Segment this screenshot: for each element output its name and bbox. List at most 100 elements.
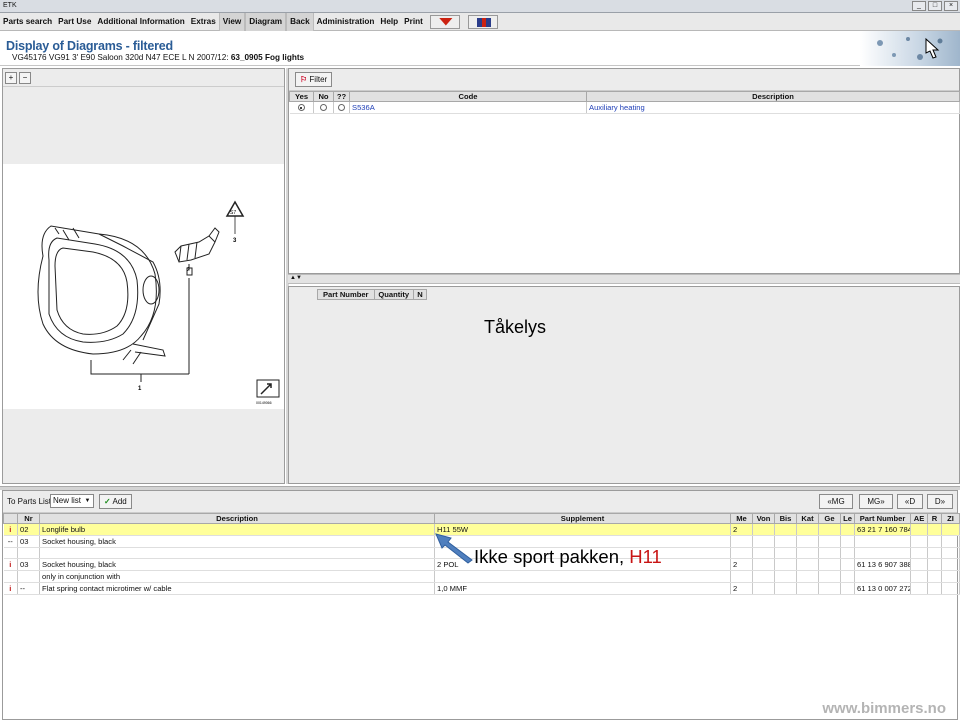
filter-code: S536A	[349, 101, 587, 114]
menu-diagram[interactable]: Diagram	[245, 12, 287, 31]
diagram-pane: + − S7 3 2 1 00149066	[2, 68, 285, 484]
parts-header-row: Nr Description Supplement Me Von Bis Kat…	[3, 513, 960, 524]
menu-back[interactable]: Back	[286, 12, 314, 31]
zoom-out-icon[interactable]: −	[19, 71, 31, 84]
filter-pane: ⚐ Filter Yes No ?? Code Description S536…	[288, 68, 960, 274]
horizontal-splitter[interactable]: ▲▼	[288, 274, 960, 284]
row-me	[730, 535, 753, 548]
filter-header-row: Yes No ?? Code Description	[289, 91, 960, 102]
check-icon: ✓	[104, 497, 111, 506]
menu-view[interactable]: View	[218, 12, 246, 31]
radio-no[interactable]	[320, 104, 327, 112]
row-description: Socket housing, black	[39, 535, 435, 548]
parts-header-table: Part Number Quantity N	[289, 289, 428, 300]
menu-extras[interactable]: Extras	[188, 13, 219, 31]
flag-icon-uk[interactable]	[467, 14, 498, 29]
row-me: 2	[730, 558, 753, 572]
col-kat: Kat	[796, 513, 819, 524]
menu-print[interactable]: Print	[401, 13, 426, 31]
row-part-number: 63 21 7 160 784	[854, 523, 911, 536]
col-supplement: Supplement	[434, 513, 731, 524]
fog-light-diagram[interactable]: S7 3 2 1 00149066	[3, 164, 284, 409]
dash-icon: --	[3, 535, 18, 548]
row-me: 2	[730, 523, 753, 536]
menu-parts-search[interactable]: Parts search	[0, 13, 55, 31]
annotation-arrow-icon	[435, 533, 473, 564]
page-title: Display of Diagrams - filtered	[6, 39, 173, 53]
filter-table: Yes No ?? Code Description S536A Auxilia…	[289, 91, 960, 114]
filter-button[interactable]: ⚐ Filter	[295, 72, 333, 87]
prev-mg-button[interactable]: «MG	[819, 494, 853, 509]
table-row[interactable]: i -- Flat spring contact microtimer w/ c…	[3, 582, 960, 595]
menu-administration[interactable]: Administration	[314, 13, 378, 31]
filter-toolbar: ⚐ Filter	[289, 69, 959, 91]
row-description: only in conjunction with	[39, 570, 435, 583]
col-unknown: ??	[333, 91, 350, 102]
radio-yes[interactable]	[297, 104, 305, 112]
watermark: www.bimmers.no	[822, 700, 946, 717]
row-nr: 03	[17, 558, 40, 572]
window-controls: _ □ ×	[912, 1, 958, 11]
row-description: Flat spring contact microtimer w/ cable	[39, 582, 435, 595]
window-titlebar: ETK _ □ ×	[0, 0, 960, 13]
col-icon	[3, 513, 18, 524]
col-von: Von	[752, 513, 775, 524]
info-icon[interactable]: i	[3, 582, 18, 595]
flag-icon-warning[interactable]	[429, 14, 460, 29]
table-row[interactable]: only in conjunction with	[3, 570, 960, 583]
close-icon[interactable]: ×	[944, 1, 958, 11]
zoom-toolbar: + −	[3, 69, 284, 87]
row-part-number: 61 13 6 907 388	[854, 558, 911, 572]
list-select[interactable]: New list ▼	[50, 494, 94, 508]
overlay-note: Tåkelys	[484, 317, 547, 337]
minimize-icon[interactable]: _	[912, 1, 926, 11]
menu-bar: Parts search Part Use Additional Informa…	[0, 12, 960, 31]
col-zi: ZI	[941, 513, 960, 524]
next-mg-button[interactable]: MG»	[859, 494, 893, 509]
callout-1: 1	[138, 386, 142, 392]
col-description: Description	[39, 513, 435, 524]
splitter-arrows-icon[interactable]: ▲▼	[290, 275, 302, 281]
info-icon[interactable]: i	[3, 523, 18, 536]
col-quantity: Quantity	[373, 289, 414, 300]
parts-list-pane: To Parts List New list ▼ ✓ Add «MG MG» «D…	[2, 490, 960, 720]
next-d-button[interactable]: D»	[927, 494, 953, 509]
annotation-text: Ikke sport pakken, H11	[474, 546, 662, 567]
col-yes: Yes	[289, 91, 314, 102]
row-description: Socket housing, black	[39, 558, 435, 572]
table-row[interactable]: i 02 Longlife bulb H11 55W 2 63 21 7 160…	[3, 523, 960, 536]
svg-text:S7: S7	[230, 210, 236, 216]
vehicle-subtitle-prefix: VG45176 VG91 3' E90 Saloon 320d N47 ECE …	[12, 53, 229, 62]
col-code: Code	[349, 91, 587, 102]
diagram-name: 63_0905 Fog lights	[230, 53, 305, 62]
menu-additional-information[interactable]: Additional Information	[94, 13, 187, 31]
menu-part-use[interactable]: Part Use	[55, 13, 94, 31]
col-me: Me	[730, 513, 753, 524]
fog-light-drawing: S7 3 2 1 00149066	[37, 200, 280, 405]
row-me: 2	[730, 582, 753, 595]
prev-d-button[interactable]: «D	[897, 494, 923, 509]
add-button[interactable]: ✓ Add	[99, 494, 132, 509]
table-row[interactable]: S536A Auxiliary heating	[289, 101, 960, 114]
row-supplement: 1,0 MMF	[434, 582, 731, 595]
col-ae: AE	[910, 513, 928, 524]
info-icon[interactable]: i	[3, 558, 18, 572]
parts-list-toolbar: To Parts List New list ▼ ✓ Add «MG MG» «D…	[3, 491, 957, 513]
filter-description: Auxiliary heating	[586, 101, 960, 114]
col-part-number: Part Number	[854, 513, 911, 524]
maximize-icon[interactable]: □	[928, 1, 942, 11]
radio-unknown[interactable]	[338, 104, 345, 112]
col-le: Le	[840, 513, 855, 524]
menu-help[interactable]: Help	[377, 13, 401, 31]
row-description: Longlife bulb	[39, 523, 435, 536]
row-nr: 02	[17, 523, 40, 536]
col-bis: Bis	[774, 513, 797, 524]
col-description: Description	[586, 91, 960, 102]
to-parts-list-label: To Parts List	[7, 497, 52, 506]
window-title: ETK	[3, 2, 17, 9]
callout-2: 2	[187, 267, 190, 273]
zoom-in-icon[interactable]: +	[5, 71, 17, 84]
col-part-number: Part Number	[316, 289, 375, 300]
chevron-down-icon: ▼	[84, 498, 91, 504]
col-r: R	[927, 513, 942, 524]
